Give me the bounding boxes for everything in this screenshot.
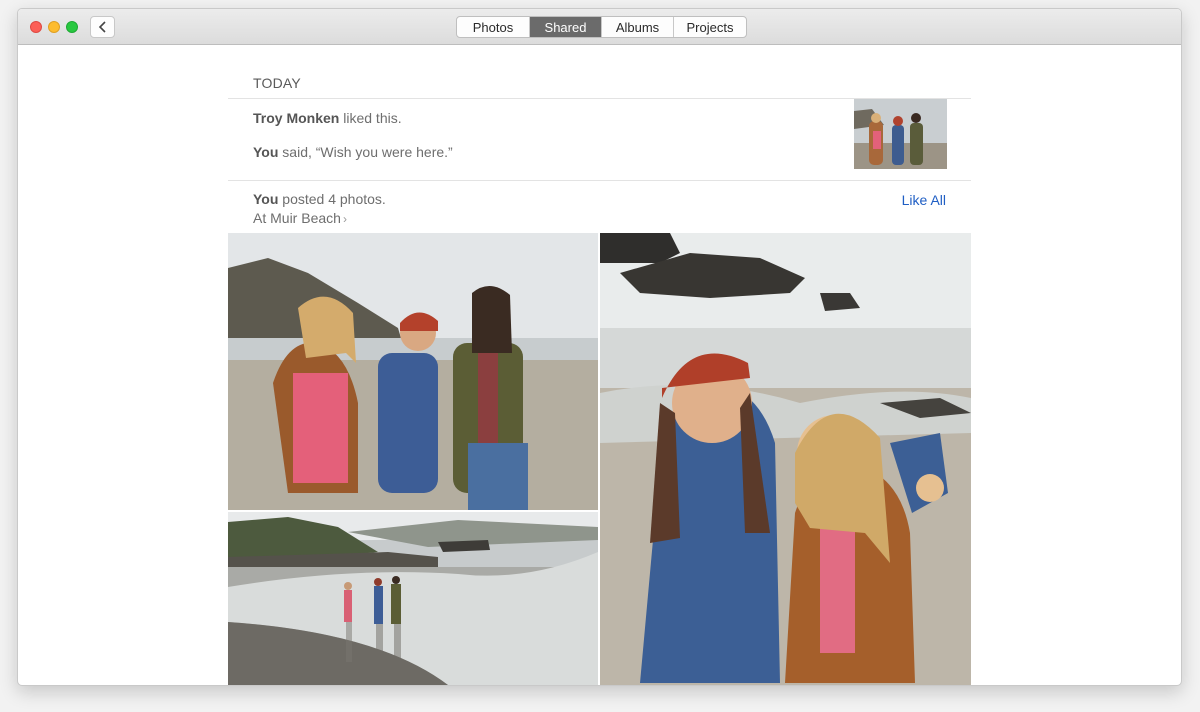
tab-albums[interactable]: Albums xyxy=(602,17,674,37)
minimize-button[interactable] xyxy=(48,21,60,33)
like-author[interactable]: Troy Monken xyxy=(253,110,339,126)
photo-tile[interactable] xyxy=(228,233,598,510)
tab-shared[interactable]: Shared xyxy=(530,17,602,37)
shoreline-photo xyxy=(228,512,598,685)
comment-author[interactable]: You xyxy=(253,144,278,160)
chevron-left-icon xyxy=(98,21,106,33)
post-author[interactable]: You xyxy=(253,191,278,207)
section-title: TODAY xyxy=(228,45,971,99)
activity-thumbnail[interactable] xyxy=(854,99,947,169)
like-all-button[interactable]: Like All xyxy=(902,192,946,208)
post-summary: You posted 4 photos. xyxy=(253,191,386,207)
tab-projects[interactable]: Projects xyxy=(674,17,746,37)
thumbnail-photo xyxy=(854,99,947,169)
activity-item: Troy Monken liked this. You said, “Wish … xyxy=(228,99,971,181)
comment-line: You said, “Wish you were here.” xyxy=(253,144,453,160)
like-text: liked this. xyxy=(339,110,402,126)
beach-photo xyxy=(228,233,598,510)
photo-grid xyxy=(228,233,971,685)
title-bar: Photos Shared Albums Projects xyxy=(18,9,1181,45)
chevron-right-icon: › xyxy=(342,212,347,226)
zoom-button[interactable] xyxy=(66,21,78,33)
location-label: At Muir Beach xyxy=(253,210,341,226)
app-window: Photos Shared Albums Projects TODAY Troy… xyxy=(17,8,1182,686)
activity-feed: TODAY Troy Monken liked this. You said, … xyxy=(228,45,971,685)
back-button[interactable] xyxy=(90,16,115,38)
post-header: You posted 4 photos. At Muir Beach › Like… xyxy=(228,181,971,233)
view-switcher: Photos Shared Albums Projects xyxy=(456,16,747,38)
location-link[interactable]: At Muir Beach › xyxy=(253,210,347,226)
close-button[interactable] xyxy=(30,21,42,33)
photo-tile[interactable] xyxy=(228,512,598,685)
tab-photos[interactable]: Photos xyxy=(457,17,530,37)
like-line: Troy Monken liked this. xyxy=(253,110,402,126)
photo-tile[interactable] xyxy=(600,233,971,685)
post-text: posted 4 photos. xyxy=(278,191,386,207)
beach-selfie-photo xyxy=(600,233,971,685)
comment-text: said, “Wish you were here.” xyxy=(278,144,453,160)
